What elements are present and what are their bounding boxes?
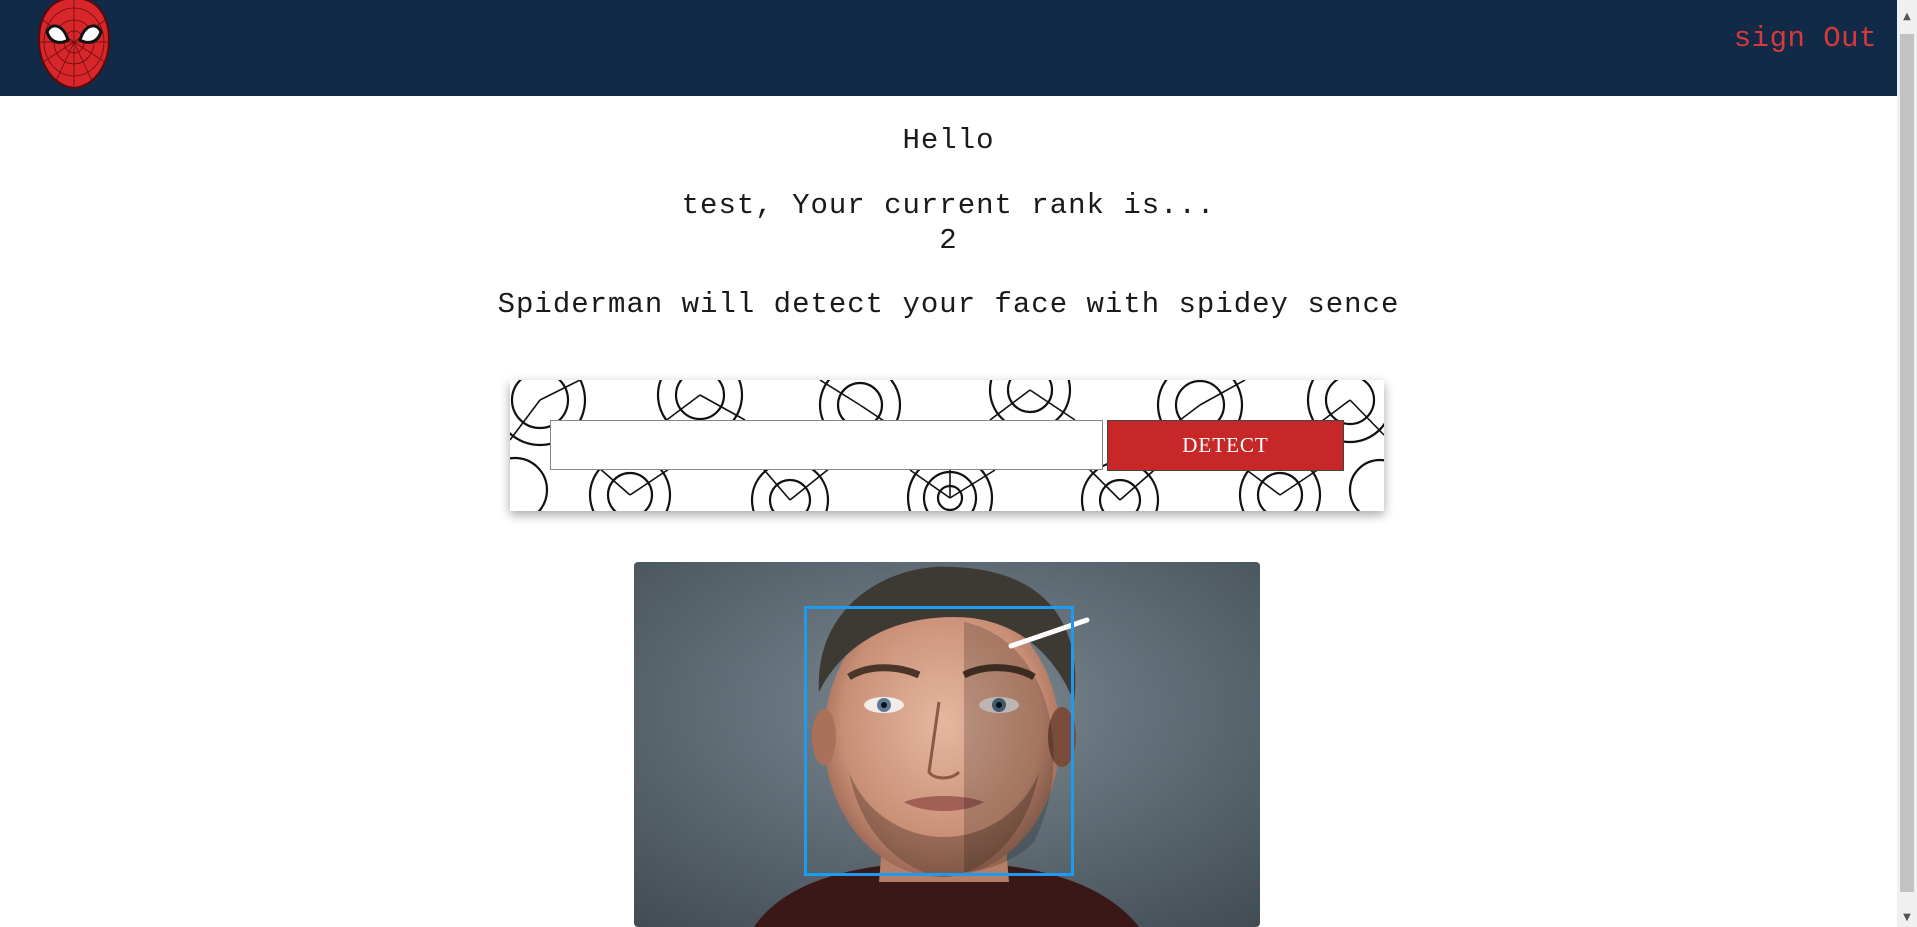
- scroll-down-arrow-icon[interactable]: ▼: [1897, 909, 1917, 927]
- image-link-form: DETECT: [510, 380, 1384, 511]
- scroll-up-arrow-icon[interactable]: ▲: [1897, 8, 1917, 26]
- face-result-image: [634, 562, 1260, 927]
- top-navigation-bar: sign Out: [0, 0, 1897, 96]
- sign-out-link[interactable]: sign Out: [1734, 22, 1877, 55]
- image-url-input[interactable]: [550, 420, 1103, 470]
- tagline-text: Spiderman will detect your face with spi…: [497, 288, 1400, 321]
- rank-message: test, Your current rank is...: [681, 189, 1216, 222]
- scrollbar-thumb[interactable]: [1900, 34, 1914, 892]
- detect-button[interactable]: DETECT: [1107, 420, 1344, 471]
- rank-value: 2: [939, 224, 958, 257]
- face-bounding-box: [804, 606, 1074, 876]
- hello-heading: Hello: [902, 124, 995, 157]
- page: sign Out Hello test, Your current rank i…: [0, 0, 1917, 927]
- vertical-scrollbar[interactable]: ▲ ▼: [1897, 0, 1917, 927]
- spiderman-logo-icon[interactable]: [37, 0, 111, 90]
